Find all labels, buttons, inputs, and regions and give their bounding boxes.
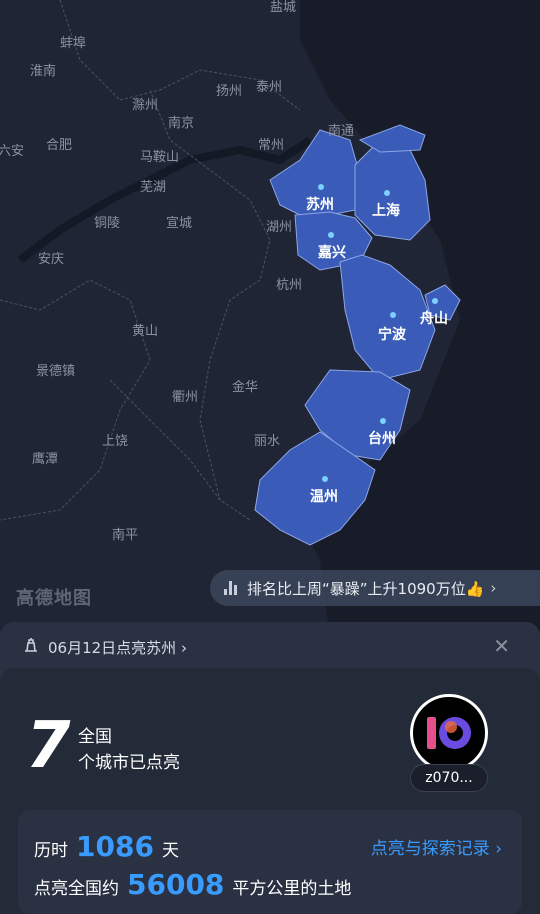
count-label-country: 全国 bbox=[78, 727, 112, 747]
city-label: 扬州 bbox=[216, 84, 243, 99]
highlight-label-ningbo[interactable]: 宁波 bbox=[378, 324, 406, 344]
count-label-cities: 个城市已点亮 bbox=[78, 753, 180, 773]
lighthouse-icon bbox=[22, 636, 40, 658]
rank-banner[interactable]: 排名比上周“暴躁”上升1090万位👍 › bbox=[210, 570, 540, 606]
highlight-label-shanghai[interactable]: 上海 bbox=[372, 200, 400, 220]
map-view[interactable]: 盐城 蚌埠 淮南 滁州 扬州 泰州 南京 南通 六安 合肥 马鞍山 常州 芜湖 … bbox=[0, 0, 540, 640]
lit-city-count: 7 bbox=[26, 709, 71, 783]
stats-panel: 历时 1086 天 点亮全国约 56008 平方公里的土地 点亮与探索记录 › bbox=[18, 810, 522, 914]
city-label: 丽水 bbox=[254, 434, 281, 449]
city-label: 宣城 bbox=[166, 216, 193, 231]
city-label: 鹰潭 bbox=[32, 452, 59, 467]
city-dot bbox=[432, 298, 438, 304]
city-dot bbox=[328, 232, 334, 238]
city-label: 南平 bbox=[112, 528, 139, 543]
city-label: 泰州 bbox=[256, 80, 283, 95]
city-label: 六安 bbox=[0, 144, 25, 159]
area-value: 56008 bbox=[127, 868, 225, 901]
notice-text[interactable]: 06月12日点亮苏州 › bbox=[48, 637, 187, 658]
city-dot bbox=[380, 418, 386, 424]
highlight-label-jiaxing[interactable]: 嘉兴 bbox=[318, 242, 346, 262]
city-dot bbox=[384, 190, 390, 196]
map-canvas bbox=[0, 0, 540, 640]
city-label: 景德镇 bbox=[36, 364, 76, 379]
city-label: 芜湖 bbox=[140, 180, 167, 195]
bar-chart-icon bbox=[224, 581, 237, 595]
area-prefix: 点亮全国约 bbox=[34, 879, 119, 899]
highlight-label-taizhou[interactable]: 台州 bbox=[368, 428, 396, 448]
avatar-logo-icon bbox=[427, 717, 471, 749]
city-dot bbox=[322, 476, 328, 482]
city-label: 盐城 bbox=[270, 0, 297, 15]
city-label: 淮南 bbox=[30, 64, 57, 79]
explore-records-link[interactable]: 点亮与探索记录 › bbox=[371, 834, 502, 859]
city-label: 安庆 bbox=[38, 252, 65, 267]
city-label: 上饶 bbox=[102, 434, 129, 449]
city-label: 杭州 bbox=[276, 278, 303, 293]
highlight-label-wenzhou[interactable]: 温州 bbox=[310, 486, 338, 506]
highlight-label-zhoushan[interactable]: 舟山 bbox=[420, 308, 448, 328]
city-label: 滁州 bbox=[132, 98, 159, 113]
city-label: 合肥 bbox=[46, 138, 73, 153]
city-label: 常州 bbox=[258, 138, 285, 153]
city-label: 马鞍山 bbox=[140, 150, 180, 165]
city-label: 南京 bbox=[168, 116, 195, 131]
avatar[interactable] bbox=[410, 694, 488, 772]
city-label: 蚌埠 bbox=[60, 36, 87, 51]
close-icon[interactable]: ✕ bbox=[493, 634, 510, 658]
highlight-label-suzhou[interactable]: 苏州 bbox=[306, 194, 334, 214]
duration-suffix: 天 bbox=[161, 841, 179, 861]
chevron-right-icon: › bbox=[490, 579, 497, 597]
city-label: 铜陵 bbox=[94, 216, 121, 231]
city-dot bbox=[318, 184, 324, 190]
city-label: 湖州 bbox=[266, 220, 293, 235]
duration-prefix: 历时 bbox=[34, 841, 68, 861]
city-label: 南通 bbox=[328, 124, 355, 139]
username-badge[interactable]: z070... bbox=[410, 764, 488, 792]
city-label: 金华 bbox=[232, 380, 259, 395]
map-watermark: 高德地图 bbox=[16, 588, 92, 609]
city-label: 黄山 bbox=[132, 324, 159, 339]
city-label: 衢州 bbox=[172, 390, 199, 405]
city-dot bbox=[390, 312, 396, 318]
duration-days: 1086 bbox=[76, 830, 154, 863]
rank-banner-text: 排名比上周“暴躁”上升1090万位👍 bbox=[247, 579, 485, 598]
area-suffix: 平方公里的土地 bbox=[232, 879, 352, 899]
